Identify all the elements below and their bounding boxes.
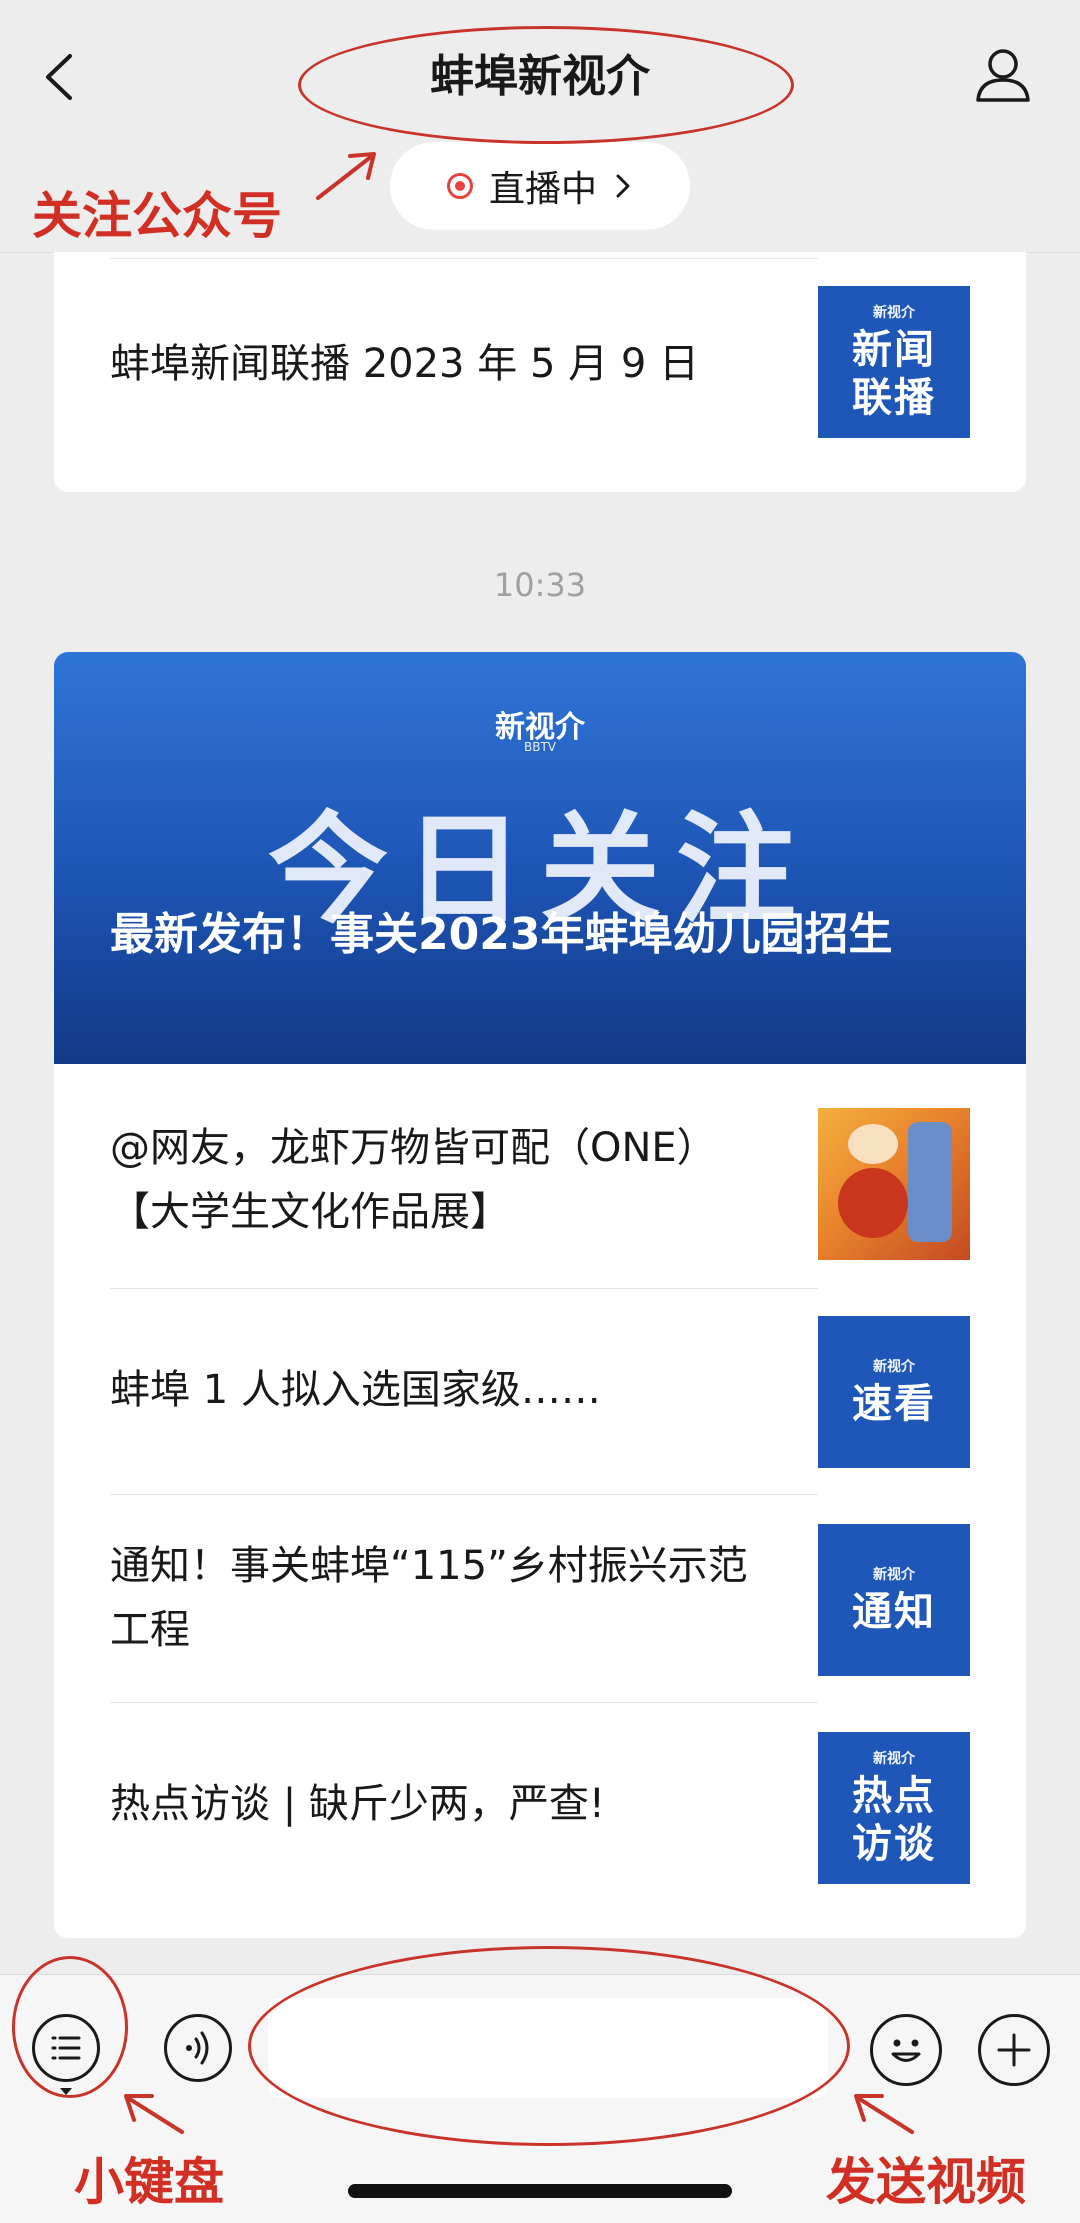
article-thumbnail[interactable]: 新视介 速看 (818, 1316, 970, 1468)
profile-icon[interactable] (968, 40, 1038, 110)
headline-title: 最新发布！事关2023年蚌埠幼儿园招生 (110, 909, 893, 960)
article-card-latest: 新视介 BBTV 今日关注 最新发布！事关2023年蚌埠幼儿园招生 @网友，龙虾… (54, 652, 1026, 1938)
divider (110, 1494, 818, 1495)
keyboard-highlight-ellipse (12, 1956, 128, 2098)
live-dot-icon (446, 173, 473, 199)
voice-icon (186, 2031, 209, 2065)
article-title[interactable]: 蚌埠 1 人拟入选国家级…… (110, 1358, 750, 1422)
thumb-text: 热点 访谈 (852, 1773, 936, 1867)
article-title[interactable]: 通知！事关蚌埠“115”乡村振兴示范工程 (110, 1534, 750, 1662)
thumb-text: 速看 (852, 1381, 936, 1427)
annotation-arrow-icon (316, 152, 376, 200)
article-thumbnail[interactable]: 新视介 热点 访谈 (818, 1732, 970, 1884)
input-highlight-ellipse (248, 1946, 850, 2146)
thumb-brand: 新视介 (873, 1751, 915, 1767)
article-title[interactable]: @网友，龙虾万物皆可配（ONE）【大学生文化作品展】 (110, 1116, 730, 1244)
thumb-brand: 新视介 (873, 305, 915, 321)
title-highlight-ellipse (298, 26, 794, 144)
voice-button[interactable] (164, 2014, 232, 2082)
thumb-text: 通知 (852, 1589, 936, 1635)
article-card-previous: 蚌埠新闻联播 2023 年 5 月 9 日 新视介 新闻 联播 (54, 252, 1026, 492)
banner-brand-sub: BBTV (523, 740, 556, 754)
home-indicator (348, 2184, 732, 2198)
annotation-follow: 关注公众号 (32, 187, 282, 245)
chevron-right-icon (616, 174, 630, 198)
plus-icon (997, 2033, 1031, 2067)
live-label: 直播中 (488, 169, 597, 210)
emoji-icon (891, 2039, 921, 2062)
article-title[interactable]: 热点访谈 | 缺斤少两，严查! (110, 1772, 750, 1836)
live-button[interactable]: 直播中 (390, 142, 690, 230)
annotation-keyboard: 小键盘 (74, 2153, 224, 2211)
add-button[interactable] (978, 2014, 1050, 2086)
divider (110, 258, 818, 259)
divider (110, 1702, 818, 1703)
headline-banner[interactable]: 新视介 BBTV 今日关注 最新发布！事关2023年蚌埠幼儿园招生 (54, 652, 1026, 1064)
annotation-arrow-icon (124, 2094, 184, 2134)
thumb-brand: 新视介 (873, 1359, 915, 1375)
annotation-send-video: 发送视频 (826, 2153, 1026, 2211)
emoji-button[interactable] (870, 2014, 942, 2086)
article-title[interactable]: 蚌埠新闻联播 2023 年 5 月 9 日 (110, 332, 750, 396)
message-timestamp: 10:33 (493, 566, 587, 604)
thumb-brand: 新视介 (873, 1567, 915, 1583)
article-thumbnail[interactable]: 新视介 新闻 联播 (818, 286, 970, 438)
lobster-thumbnail[interactable] (818, 1108, 970, 1260)
thumb-text: 新闻 联播 (852, 327, 936, 421)
divider (110, 1288, 818, 1289)
annotation-arrow-icon (854, 2094, 914, 2134)
article-thumbnail[interactable]: 新视介 通知 (818, 1524, 970, 1676)
